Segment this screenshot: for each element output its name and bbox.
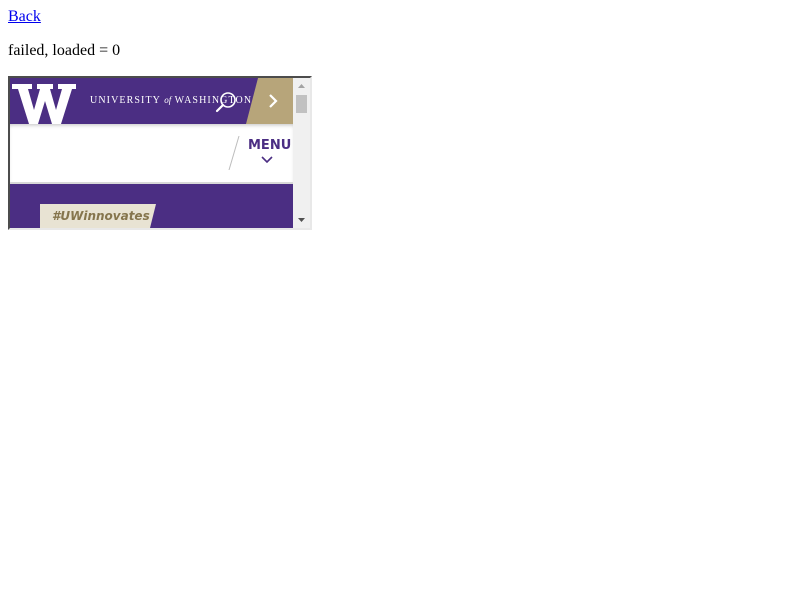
uw-header-bar: UNIVERSITY of WASHINGTON (10, 78, 293, 124)
search-icon[interactable] (215, 91, 237, 113)
wordmark-washington: WASHINGTON (174, 95, 253, 106)
menu-band: MENU (10, 124, 293, 184)
hero-banner: #UWinnovates (10, 184, 293, 228)
wordmark-university: UNIVERSITY (90, 95, 161, 106)
wordmark-of: of (164, 95, 172, 105)
frame-viewport: UNIVERSITY of WASHINGTON MENU #UWinnovat… (10, 78, 293, 228)
chevron-down-icon[interactable] (261, 156, 273, 163)
divider-slash (228, 136, 240, 170)
hashtag-text: #UWinnovates (52, 209, 150, 223)
hero-hashtag[interactable]: #UWinnovates (40, 204, 156, 228)
scroll-down-arrow-icon[interactable] (293, 211, 310, 228)
uw-w-logo-icon[interactable] (12, 82, 76, 124)
scroll-thumb[interactable] (296, 95, 307, 113)
status-text: failed, loaded = 0 (8, 42, 121, 59)
page: Back failed, loaded = 0 UNIVERSITY of WA… (0, 0, 800, 600)
scroll-up-arrow-icon[interactable] (293, 78, 310, 95)
embedded-frame[interactable]: UNIVERSITY of WASHINGTON MENU #UWinnovat… (8, 76, 312, 230)
chevron-right-icon (269, 94, 278, 108)
menu-button[interactable]: MENU (248, 138, 291, 153)
back-link[interactable]: Back (8, 7, 41, 26)
frame-scrollbar[interactable] (293, 78, 310, 228)
